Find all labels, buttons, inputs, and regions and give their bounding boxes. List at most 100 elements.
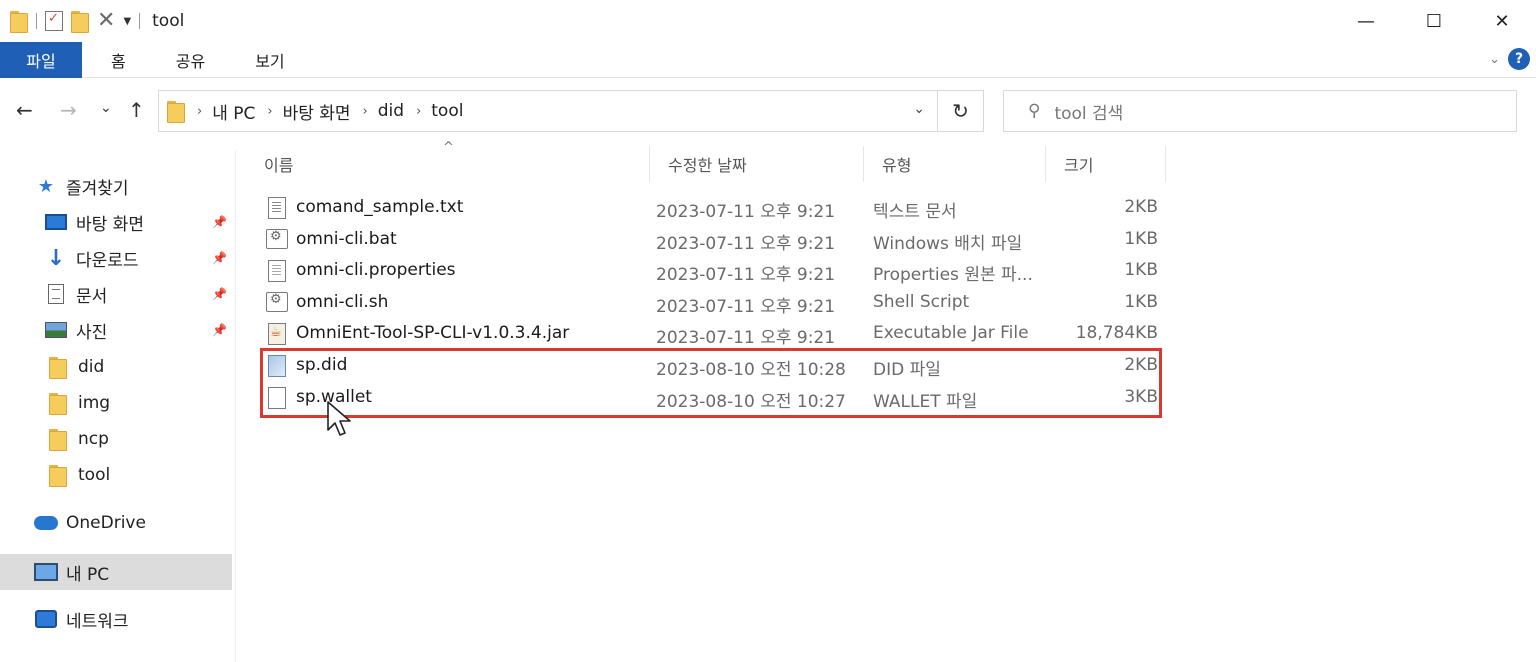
file-type: Windows 배치 파일 [873,233,1023,254]
file-name: omni-cli.properties [296,260,456,281]
pin-icon[interactable]: 📌 [212,251,227,265]
pin-icon[interactable]: 📌 [212,287,227,301]
customize-toolbar-dropdown-icon[interactable]: ▼ [123,16,131,27]
desktop-icon [45,214,67,230]
sidebar-quick-access[interactable]: ★ 즐겨찾기 [34,168,232,204]
breadcrumb-separator-icon[interactable]: › [416,104,421,119]
file-date: 2023-07-11 오후 9:21 [656,296,836,317]
back-button[interactable]: ← [16,98,33,122]
file-size: 1KB [1124,260,1158,281]
network-icon [35,610,57,628]
shell-script-icon [266,291,288,312]
file-date: 2023-07-11 오후 9:21 [656,328,836,349]
maximize-button[interactable]: ☐ [1400,0,1468,42]
file-row[interactable]: omni-cli.bat 2023-07-11 오후 9:21 Windows … [258,224,1164,256]
breadcrumb-separator-icon[interactable]: › [197,104,202,119]
sidebar-item-ncp[interactable]: ncp [46,421,232,457]
sidebar-item-label: 네트워크 [66,611,129,632]
file-size: 18,784KB [1075,323,1158,344]
documents-icon [48,284,64,304]
file-type: Executable Jar File [873,323,1029,344]
column-header-date[interactable]: 수정한 날짜 [650,146,864,182]
expand-ribbon-chevron-icon[interactable]: ⌄ [1489,52,1500,67]
cloud-icon [34,516,58,530]
pin-icon[interactable]: 📌 [212,323,227,337]
star-icon: ★ [37,175,55,197]
sidebar-item-label: img [78,393,111,413]
column-header-type[interactable]: 유형 [864,146,1046,182]
file-row[interactable]: comand_sample.txt 2023-07-11 오후 9:21 텍스트… [258,192,1164,224]
sidebar-item-label: 내 PC [66,564,110,585]
navigation-pane: ★ 즐겨찾기 바탕 화면 📌 ↓ 다운로드 📌 문서 📌 사진 📌 did im… [0,150,236,662]
mouse-cursor-icon [327,401,351,436]
file-type: Properties 원본 파... [873,265,1033,286]
column-header-name[interactable]: 이름 [246,146,650,182]
folder-icon [49,429,67,451]
highlight-box [260,348,1162,418]
file-date: 2023-07-11 오후 9:21 [656,265,836,286]
breadcrumb-separator-icon[interactable]: › [267,104,272,119]
sidebar-item-desktop[interactable]: 바탕 화면 📌 [44,204,232,240]
breadcrumb-did[interactable]: did [378,101,404,121]
jar-file-icon [268,323,286,346]
breadcrumb-tool[interactable]: tool [431,101,463,121]
search-icon: ⚲ [1028,101,1041,121]
file-name: omni-cli.sh [296,291,389,312]
minimize-button[interactable]: — [1332,0,1400,42]
new-folder-icon[interactable] [71,11,89,33]
properties-icon[interactable] [45,11,63,31]
sidebar-item-label: 사진 [76,322,108,343]
file-row[interactable]: omni-cli.properties 2023-07-11 오후 9:21 P… [258,255,1164,287]
sidebar-item-label: 바탕 화면 [76,214,144,235]
sidebar-item-label: did [78,357,105,377]
sidebar-item-documents[interactable]: 문서 📌 [44,276,232,312]
up-button[interactable]: ↑ [128,98,145,122]
address-bar[interactable]: › 내 PC › 바탕 화면 › did › tool ⌄ [158,90,938,132]
file-date: 2023-07-11 오후 9:21 [656,202,836,222]
tab-file[interactable]: 파일 [0,41,82,78]
file-row[interactable]: OmniEnt-Tool-SP-CLI-v1.0.3.4.jar 2023-07… [258,318,1164,350]
address-dropdown-chevron-icon[interactable]: ⌄ [913,101,925,117]
tab-share[interactable]: 공유 [151,42,230,78]
search-placeholder[interactable]: tool 검색 [1054,99,1123,124]
sidebar-item-downloads[interactable]: ↓ 다운로드 📌 [44,240,232,276]
file-size: 2KB [1124,197,1158,217]
sidebar-item-tool[interactable]: tool [46,457,232,493]
tab-home[interactable]: 홈 [86,42,151,78]
properties-file-icon [268,260,286,283]
search-box[interactable]: ⚲ tool 검색 [1003,90,1517,132]
breadcrumb-separator-icon[interactable]: › [363,104,368,119]
file-type: Shell Script [873,291,970,312]
sidebar-item-did[interactable]: did [46,349,232,385]
breadcrumb-this-pc[interactable]: 내 PC [212,99,255,124]
sidebar-item-label: 문서 [76,286,108,307]
sidebar-item-pictures[interactable]: 사진 📌 [44,312,232,348]
close-button[interactable]: ✕ [1468,0,1536,42]
breadcrumb-desktop[interactable]: 바탕 화면 [283,99,351,124]
batch-file-icon [266,228,288,249]
sidebar-item-label: 다운로드 [76,250,139,271]
sidebar-item-this-pc[interactable]: 내 PC [0,554,232,590]
forward-button[interactable]: → [60,98,77,122]
pictures-icon [45,322,67,338]
tab-view[interactable]: 보기 [230,42,309,78]
sidebar-item-img[interactable]: img [46,385,232,421]
folder-icon [167,101,185,123]
recent-locations-chevron-icon[interactable]: ⌄ [100,100,112,116]
file-date: 2023-07-11 오후 9:21 [656,233,836,254]
delete-icon[interactable]: ✕ [97,10,115,32]
column-header-size[interactable]: 크기 [1046,146,1166,182]
folder-icon [49,357,67,379]
sidebar-item-label: ncp [78,429,109,449]
folder-icon [49,465,67,487]
divider [139,13,141,29]
sidebar-item-onedrive[interactable]: OneDrive [34,505,232,541]
computer-icon [34,563,58,581]
pin-icon[interactable]: 📌 [212,215,227,229]
sidebar-item-network[interactable]: 네트워크 [34,601,232,637]
file-row[interactable]: omni-cli.sh 2023-07-11 오후 9:21 Shell Scr… [258,287,1164,319]
help-icon[interactable]: ? [1508,48,1530,70]
window-title: tool [152,11,185,31]
download-icon: ↓ [46,245,66,271]
refresh-button[interactable]: ↻ [938,90,984,132]
